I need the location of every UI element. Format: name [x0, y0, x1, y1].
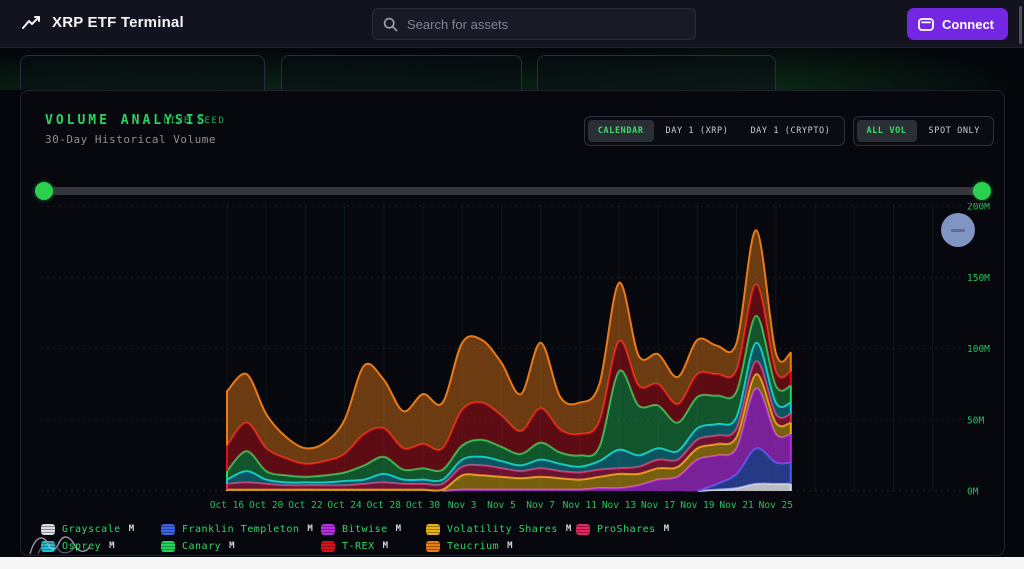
legend-marker-badge: M — [566, 524, 571, 534]
x-axis-tick-label: Oct 16 — [210, 500, 245, 511]
y-axis-tick-label: 0M — [967, 487, 979, 498]
legend-label: Bitwise — [342, 524, 388, 535]
range-slider-handle-left[interactable] — [35, 182, 53, 200]
page-bottom-gap — [0, 557, 1024, 569]
legend-swatch-icon — [41, 524, 55, 535]
y-axis-tick-label: 50M — [967, 415, 984, 426]
legend-marker-badge: M — [507, 541, 512, 551]
topbar: XRP ETF Terminal Connect — [0, 0, 1024, 48]
app-title: XRP ETF Terminal — [52, 14, 184, 31]
legend-item-osprey[interactable]: Osprey M — [41, 538, 161, 554]
legend-swatch-icon — [576, 524, 590, 535]
toolbar: CALENDARDAY 1 (XRP)DAY 1 (CRYPTO) ALL VO… — [584, 116, 994, 146]
legend-item-bitwise[interactable]: Bitwise M — [321, 521, 426, 537]
search-input[interactable] — [407, 17, 685, 32]
summary-card-strip — [0, 48, 1024, 90]
date-range-slider-track[interactable] — [43, 187, 981, 195]
summary-card-2 — [281, 55, 522, 90]
x-axis-tick-label: Nov 5 — [487, 500, 516, 511]
trend-line-logo-icon — [22, 15, 42, 31]
x-axis-tick-label: Oct 30 — [406, 500, 441, 511]
legend-label: Teucrium — [447, 541, 499, 552]
legend-swatch-icon — [161, 541, 175, 552]
connect-wallet-button[interactable]: Connect — [907, 8, 1008, 40]
legend-marker-badge: M — [383, 541, 388, 551]
legend-swatch-icon — [41, 541, 55, 552]
legend-marker-badge: M — [307, 524, 312, 534]
volume-analysis-panel: VOLUME ANALYSIS LIVE FEED 30-Day Histori… — [20, 90, 1005, 556]
legend-item-proshares[interactable]: ProShares M — [576, 521, 669, 537]
legend-item-volatility-shares[interactable]: Volatility Shares M — [426, 521, 576, 537]
legend-item-canary[interactable]: Canary M — [161, 538, 321, 554]
x-axis-tick-label: Nov 25 — [759, 500, 793, 511]
legend-item-teucrium[interactable]: Teucrium M — [426, 538, 576, 554]
y-axis-tick-label: 150M — [967, 273, 990, 284]
live-feed-badge: LIVE FEED — [163, 116, 225, 126]
y-axis-tick-label: 200M — [967, 203, 990, 213]
volume-filter-group: ALL VOLSPOT ONLY — [853, 116, 995, 146]
x-axis-tick-label: Nov 3 — [448, 500, 477, 511]
legend-item-grayscale[interactable]: Grayscale M — [41, 521, 161, 537]
brand: XRP ETF Terminal — [22, 14, 184, 31]
legend-item-t-rex[interactable]: T-REX M — [321, 538, 426, 554]
x-axis-tick-label: Nov 13 — [602, 500, 636, 511]
view-button-day-1-xrp[interactable]: DAY 1 (XRP) — [656, 120, 739, 142]
legend-swatch-icon — [426, 524, 440, 535]
view-button-day-1-crypto[interactable]: DAY 1 (CRYPTO) — [740, 120, 840, 142]
legend-marker-badge: M — [664, 524, 669, 534]
legend-label: ProShares — [597, 524, 656, 535]
legend-marker-badge: M — [129, 524, 134, 534]
scrollbar-thumb[interactable] — [1019, 6, 1022, 44]
search-box[interactable] — [372, 8, 696, 40]
search-icon — [383, 17, 398, 32]
chart-legend: GrayscaleMFranklin TempletonMBitwiseMVol… — [41, 521, 669, 554]
connect-label: Connect — [942, 17, 994, 32]
y-axis-tick-label: 100M — [967, 344, 990, 355]
legend-swatch-icon — [321, 541, 335, 552]
x-axis-tick-label: Nov 17 — [641, 500, 675, 511]
x-axis-tick-label: Oct 22 — [288, 500, 322, 511]
legend-swatch-icon — [426, 541, 440, 552]
legend-item-franklin-templeton[interactable]: Franklin Templeton M — [161, 521, 321, 537]
legend-label: Franklin Templeton — [182, 524, 299, 535]
x-axis-tick-label: Nov 21 — [719, 500, 754, 511]
legend-swatch-icon — [321, 524, 335, 535]
summary-card-1 — [20, 55, 265, 90]
view-button-calendar[interactable]: CALENDAR — [588, 120, 654, 142]
x-axis-tick-label: Nov 7 — [526, 500, 555, 511]
x-axis-tick-label: Oct 20 — [249, 500, 284, 511]
x-axis-tick-label: Oct 28 — [367, 500, 402, 511]
range-slider-handle-right[interactable] — [973, 182, 991, 200]
legend-label: Canary — [182, 541, 221, 552]
x-axis-tick-label: Oct 24 — [327, 500, 362, 511]
panel-subtitle: 30-Day Historical Volume — [45, 133, 216, 146]
filter-button-spot-only[interactable]: SPOT ONLY — [919, 120, 990, 142]
legend-label: Grayscale — [62, 524, 121, 535]
x-axis-tick-label: Nov 11 — [563, 500, 598, 511]
x-axis-tick-label: Nov 19 — [680, 500, 715, 511]
legend-label: Osprey — [62, 541, 101, 552]
legend-label: T-REX — [342, 541, 375, 552]
legend-label: Volatility Shares — [447, 524, 558, 535]
legend-marker-badge: M — [229, 541, 234, 551]
zoom-out-button[interactable] — [941, 213, 975, 247]
wallet-icon — [918, 18, 934, 31]
stacked-area-chart[interactable]: 0M 50M 100M 150M 200M Oct 16 Oct 20 Oct 22 Oct 2… — [31, 203, 996, 515]
legend-swatch-icon — [161, 524, 175, 535]
summary-card-3 — [537, 55, 776, 90]
filter-button-all-vol[interactable]: ALL VOL — [857, 120, 917, 142]
legend-empty-cell — [576, 538, 669, 554]
legend-marker-badge: M — [109, 541, 114, 551]
legend-marker-badge: M — [396, 524, 401, 534]
view-mode-group: CALENDARDAY 1 (XRP)DAY 1 (CRYPTO) — [584, 116, 845, 146]
